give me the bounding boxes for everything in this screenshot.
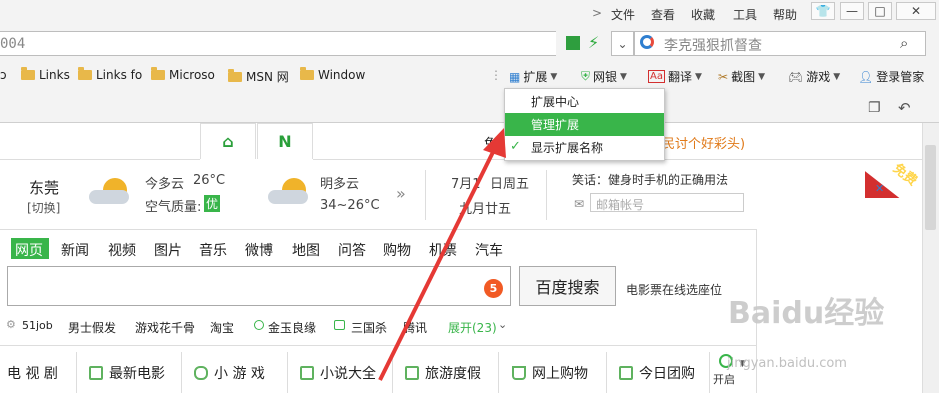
arrow-shaft [378, 143, 499, 381]
arrow-head [483, 128, 506, 158]
annotation-arrow [378, 128, 506, 381]
